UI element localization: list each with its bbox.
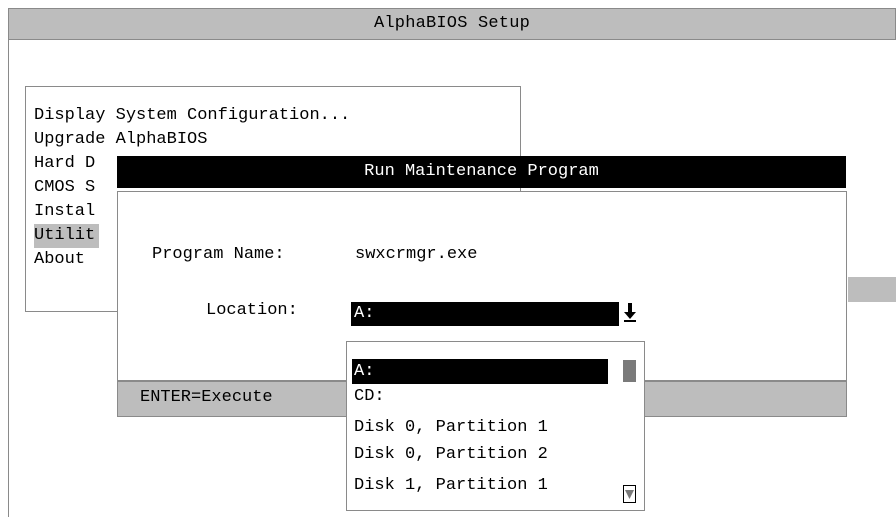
dialog-title-bar: Run Maintenance Program xyxy=(117,156,846,188)
location-label: Location: xyxy=(206,301,298,320)
menu-item-cmos-setup[interactable]: CMOS S xyxy=(34,176,99,200)
left-border-line xyxy=(8,40,9,517)
list-item-disk0-partition2[interactable]: Disk 0, Partition 2 xyxy=(352,442,608,467)
list-item-disk0-partition1[interactable]: Disk 0, Partition 1 xyxy=(352,415,608,440)
list-item-cd[interactable]: CD: xyxy=(352,384,608,409)
app-title-bar: AlphaBIOS Setup xyxy=(8,8,896,40)
menu-item-display-system-configuration[interactable]: Display System Configuration... xyxy=(34,104,354,128)
program-name-label: Program Name: xyxy=(152,245,285,264)
program-name-field[interactable]: swxcrmgr.exe xyxy=(355,245,477,264)
menu-item-hard-disk-setup[interactable]: Hard D xyxy=(34,152,99,176)
scroll-thumb[interactable] xyxy=(623,360,636,382)
menu-item-utilities[interactable]: Utilit xyxy=(34,224,100,248)
location-dropdown-list[interactable]: A: CD: Disk 0, Partition 1 Disk 0, Parti… xyxy=(346,341,645,511)
location-select[interactable]: A: xyxy=(351,302,619,326)
menu-item-upgrade-alphabios[interactable]: Upgrade AlphaBIOS xyxy=(34,128,211,152)
list-item-disk1-partition1[interactable]: Disk 1, Partition 1 xyxy=(352,473,608,498)
dropdown-arrow-icon[interactable] xyxy=(621,299,639,325)
list-item-a[interactable]: A: xyxy=(352,359,608,384)
dialog-title: Run Maintenance Program xyxy=(364,162,599,181)
status-hint: ENTER=Execute xyxy=(140,388,273,407)
scroll-down-arrow-icon[interactable] xyxy=(623,484,636,504)
background-gray-block xyxy=(848,277,896,302)
app-title: AlphaBIOS Setup xyxy=(373,14,531,33)
menu-item-install[interactable]: Instal xyxy=(34,200,99,224)
list-scrollbar[interactable] xyxy=(623,360,636,506)
menu-item-about[interactable]: About xyxy=(34,248,89,272)
